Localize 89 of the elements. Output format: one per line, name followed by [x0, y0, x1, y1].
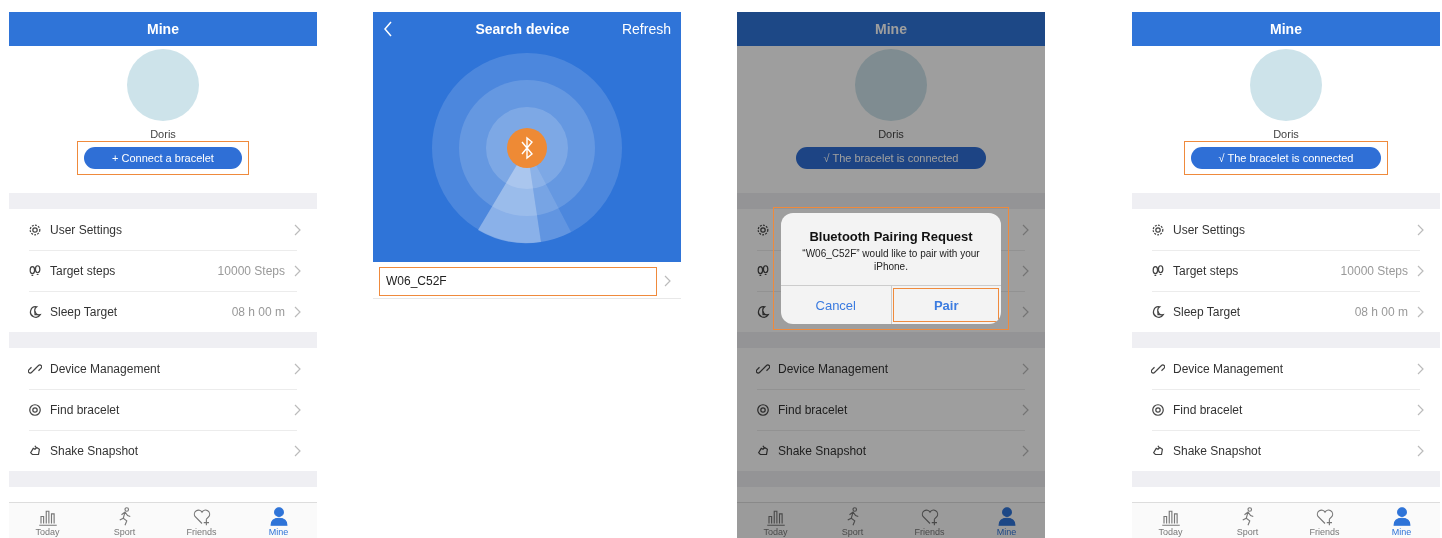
user-name: Doris — [1273, 127, 1299, 141]
tab[interactable]: Mine — [240, 503, 317, 538]
tab[interactable]: Mine — [1363, 503, 1440, 538]
screen-title: Search device — [474, 21, 571, 37]
tab[interactable]: Today — [1132, 503, 1209, 538]
row-label[interactable]: Target steps — [50, 263, 116, 278]
tab[interactable]: Friends — [891, 503, 968, 538]
footprints-icon — [28, 263, 42, 278]
target-icon — [28, 402, 42, 417]
dialog-button[interactable]: Cancel — [781, 286, 891, 324]
tab[interactable]: Friends — [163, 503, 240, 538]
chevron-icon — [293, 362, 301, 375]
row-value: 08 h 00 m — [1354, 304, 1408, 319]
footprints-icon — [756, 263, 770, 278]
chevron-icon — [1021, 403, 1029, 416]
tab[interactable]: Today — [737, 503, 814, 538]
row-label[interactable]: Device Management — [1173, 361, 1284, 376]
dialog-title: Bluetooth Pairing Request — [808, 228, 974, 244]
row-value: 08 h 00 m — [231, 304, 285, 319]
row-label[interactable]: Sleep Target — [1173, 304, 1241, 319]
chevron-icon — [1416, 223, 1424, 236]
chevron-icon — [293, 223, 301, 236]
hand-icon — [1151, 443, 1165, 458]
target-icon — [756, 402, 770, 417]
user-name: Doris — [150, 127, 176, 141]
person-icon — [1390, 506, 1413, 527]
bluetooth-icon — [507, 128, 547, 168]
person-icon — [267, 506, 290, 527]
hand-icon — [756, 443, 770, 458]
back-icon[interactable] — [383, 21, 393, 37]
chevron-icon — [1416, 264, 1424, 277]
tab[interactable]: Sport — [814, 503, 891, 538]
chevron-icon — [1416, 305, 1424, 318]
tab[interactable]: Sport — [86, 503, 163, 538]
chevron-icon — [1021, 223, 1029, 236]
chevron-icon — [1021, 264, 1029, 277]
gear-icon — [1151, 222, 1165, 237]
target-icon — [1151, 402, 1165, 417]
chevron-icon — [1416, 403, 1424, 416]
chevron-icon — [293, 264, 301, 277]
chevron-icon — [1416, 362, 1424, 375]
moon-icon — [28, 304, 42, 319]
bracelet-button[interactable]: √ The bracelet is connected — [1190, 147, 1382, 169]
footprints-icon — [1151, 263, 1165, 278]
tab[interactable]: Friends — [1286, 503, 1363, 538]
link-icon — [1151, 361, 1165, 376]
screen-title: Mine — [9, 12, 317, 46]
row-label[interactable]: Find bracelet — [778, 402, 848, 417]
gear-icon — [756, 222, 770, 237]
person-icon — [995, 506, 1018, 527]
row-label[interactable]: Shake Snapshot — [778, 443, 867, 458]
moon-icon — [756, 304, 770, 319]
gear-icon — [28, 222, 42, 237]
row-label[interactable]: Device Management — [50, 361, 161, 376]
row-label[interactable]: Target steps — [1173, 263, 1239, 278]
bracelet-button[interactable]: √ The bracelet is connected — [795, 147, 987, 169]
row-label[interactable]: Device Management — [778, 361, 889, 376]
dialog-button[interactable]: Pair — [890, 286, 1001, 324]
device-item[interactable]: W06_C52F — [379, 266, 657, 296]
screen-title: Mine — [1132, 12, 1440, 46]
chevron-icon — [1416, 444, 1424, 457]
refresh-button[interactable]: Refresh — [621, 21, 671, 37]
link-icon — [756, 361, 770, 376]
tab[interactable]: Sport — [1209, 503, 1286, 538]
row-label[interactable]: Sleep Target — [50, 304, 118, 319]
row-label[interactable]: User Settings — [1173, 222, 1246, 237]
tab[interactable]: Mine — [968, 503, 1045, 538]
user-name: Doris — [878, 127, 904, 141]
dialog-message: “W06_C52F” would like to pair with your iPhone. — [801, 247, 981, 274]
chevron-icon — [1021, 305, 1029, 318]
chevron-icon — [293, 305, 301, 318]
row-value: 10000 Steps — [217, 263, 285, 278]
chevron-icon — [1021, 362, 1029, 375]
row-value: 10000 Steps — [1340, 263, 1408, 278]
link-icon — [28, 361, 42, 376]
row-label[interactable]: User Settings — [50, 222, 123, 237]
row-label[interactable]: Shake Snapshot — [50, 443, 139, 458]
row-label[interactable]: Shake Snapshot — [1173, 443, 1262, 458]
bracelet-button[interactable]: + Connect a bracelet — [84, 147, 242, 169]
chevron-icon — [293, 403, 301, 416]
hand-icon — [28, 443, 42, 458]
chevron-icon — [1021, 444, 1029, 457]
chevron-icon — [293, 444, 301, 457]
moon-icon — [1151, 304, 1165, 319]
row-label[interactable]: Find bracelet — [50, 402, 120, 417]
chevron-icon — [663, 275, 671, 287]
tab[interactable]: Today — [9, 503, 86, 538]
row-label[interactable]: Find bracelet — [1173, 402, 1243, 417]
screen-title: Mine — [737, 12, 1045, 46]
